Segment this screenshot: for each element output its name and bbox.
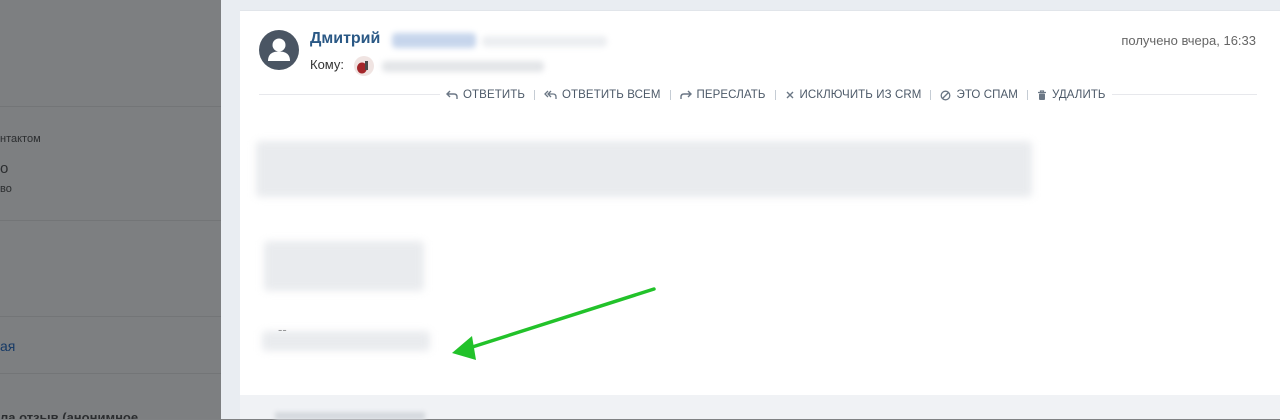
sidebar-bottom-text: ла отзыв (анонимное (0, 410, 139, 419)
annotation-arrow (452, 287, 656, 360)
message-card: Дмитрий Кому: получено вчера, 16:33 Отве… (240, 10, 1280, 395)
left-panel: нтактом о во ая ла отзыв (анонимное (0, 0, 221, 419)
divider (0, 316, 221, 317)
contact-subvalue: во (0, 183, 12, 195)
sidebar-link[interactable]: ая (0, 338, 15, 354)
main-area: Дмитрий Кому: получено вчера, 16:33 Отве… (221, 0, 1280, 420)
divider (0, 106, 221, 107)
divider (0, 373, 221, 374)
divider (0, 220, 221, 221)
contact-label: нтактом (0, 133, 41, 145)
contact-value: о (0, 160, 9, 177)
